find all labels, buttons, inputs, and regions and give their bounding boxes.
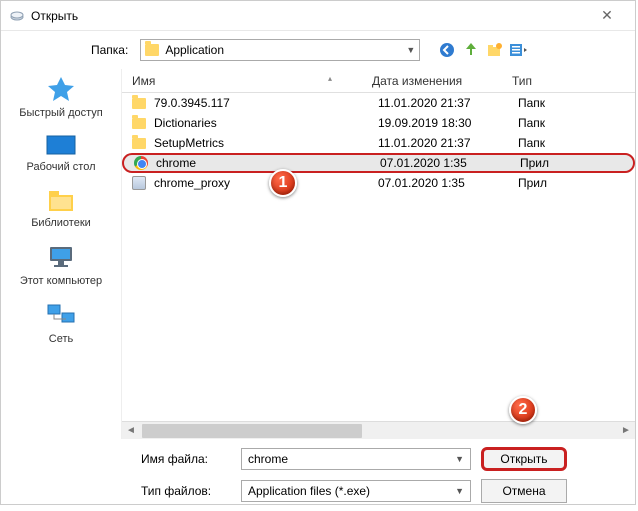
- chevron-down-icon: ▼: [455, 486, 464, 496]
- file-type: Папк: [518, 136, 635, 150]
- file-type: Прил: [518, 176, 635, 190]
- scroll-left-icon[interactable]: ◄: [122, 425, 140, 436]
- annotation-marker-2: 2: [509, 396, 537, 424]
- back-icon[interactable]: [438, 41, 456, 59]
- filename-value: chrome: [248, 452, 288, 466]
- up-icon[interactable]: [462, 41, 480, 59]
- file-name: chrome: [156, 156, 380, 170]
- col-date[interactable]: Дата изменения: [372, 74, 512, 88]
- filetype-combo[interactable]: Application files (*.exe) ▼: [241, 480, 471, 502]
- file-row[interactable]: SetupMetrics11.01.2020 21:37Папк: [122, 133, 635, 153]
- file-date: 07.01.2020 1:35: [378, 176, 518, 190]
- folder-icon: [132, 118, 146, 129]
- folder-label: Папка:: [91, 43, 128, 57]
- window-title: Открыть: [31, 9, 587, 23]
- libraries-icon: [44, 187, 78, 215]
- new-folder-icon[interactable]: [486, 41, 504, 59]
- sidebar-libraries[interactable]: Библиотеки: [5, 187, 117, 229]
- sidebar-quick-access[interactable]: Быстрый доступ: [5, 75, 117, 119]
- folder-bar: Папка: Application ▼: [1, 31, 635, 69]
- horizontal-scrollbar[interactable]: ◄ ►: [122, 421, 635, 439]
- file-date: 11.01.2020 21:37: [378, 136, 518, 150]
- open-button[interactable]: Открыть: [481, 447, 567, 471]
- file-row[interactable]: chrome07.01.2020 1:35Прил: [122, 153, 635, 173]
- sidebar-network[interactable]: Сеть: [5, 301, 117, 345]
- app-icon: [9, 8, 25, 24]
- file-row[interactable]: chrome_proxy07.01.2020 1:35Прил: [122, 173, 635, 193]
- folder-value: Application: [165, 43, 224, 57]
- chrome-icon: [134, 156, 148, 170]
- file-type: Папк: [518, 116, 635, 130]
- annotation-marker-1: 1: [269, 169, 297, 197]
- star-icon: [44, 75, 78, 105]
- file-type: Прил: [520, 156, 633, 170]
- file-date: 07.01.2020 1:35: [380, 156, 520, 170]
- exe-icon: [132, 176, 146, 190]
- sidebar-desktop[interactable]: Рабочий стол: [5, 133, 117, 173]
- file-date: 11.01.2020 21:37: [378, 96, 518, 110]
- file-name: 79.0.3945.117: [154, 96, 378, 110]
- file-name: Dictionaries: [154, 116, 378, 130]
- close-button[interactable]: ✕: [587, 7, 627, 24]
- file-row[interactable]: 79.0.3945.11711.01.2020 21:37Папк: [122, 93, 635, 113]
- network-icon: [44, 301, 78, 331]
- view-icon[interactable]: [510, 41, 528, 59]
- filename-combo[interactable]: chrome ▼: [241, 448, 471, 470]
- file-list: Имя▴ Дата изменения Тип 79.0.3945.11711.…: [121, 69, 635, 439]
- scroll-thumb[interactable]: [142, 424, 362, 438]
- file-name: SetupMetrics: [154, 136, 378, 150]
- scroll-right-icon[interactable]: ►: [617, 425, 635, 436]
- titlebar: Открыть ✕: [1, 1, 635, 31]
- folder-combo[interactable]: Application ▼: [140, 39, 420, 61]
- file-type: Папк: [518, 96, 635, 110]
- folder-icon: [145, 44, 159, 56]
- chevron-down-icon: ▼: [406, 45, 415, 55]
- col-type[interactable]: Тип: [512, 74, 635, 88]
- places-sidebar: Быстрый доступ Рабочий стол Библиотеки Э…: [1, 69, 121, 439]
- chevron-down-icon: ▼: [455, 454, 464, 464]
- file-name: chrome_proxy: [154, 176, 378, 190]
- cancel-button[interactable]: Отмена: [481, 479, 567, 503]
- folder-icon: [132, 98, 146, 109]
- filename-label: Имя файла:: [141, 452, 231, 466]
- sidebar-this-pc[interactable]: Этот компьютер: [5, 243, 117, 287]
- bottom-panel: Имя файла: chrome ▼ Открыть Тип файлов: …: [1, 439, 635, 511]
- file-row[interactable]: Dictionaries19.09.2019 18:30Папк: [122, 113, 635, 133]
- desktop-icon: [44, 133, 78, 159]
- filetype-value: Application files (*.exe): [248, 484, 370, 498]
- file-date: 19.09.2019 18:30: [378, 116, 518, 130]
- computer-icon: [44, 243, 78, 273]
- filetype-label: Тип файлов:: [141, 484, 231, 498]
- folder-toolbar: [438, 41, 528, 59]
- column-headers[interactable]: Имя▴ Дата изменения Тип: [122, 69, 635, 93]
- col-name[interactable]: Имя▴: [122, 74, 372, 88]
- folder-icon: [132, 138, 146, 149]
- sort-indicator-icon: ▴: [328, 74, 332, 83]
